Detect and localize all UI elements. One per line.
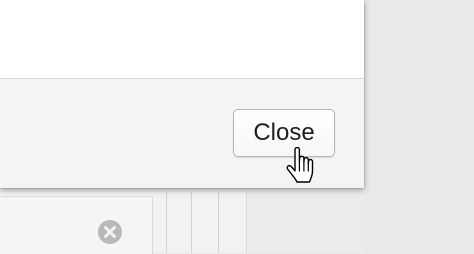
column-divider: [191, 192, 192, 253]
column-divider: [246, 192, 247, 253]
close-circle-icon[interactable]: [97, 219, 123, 245]
column-divider: [218, 192, 219, 253]
hand-pointer-cursor-icon: [286, 147, 314, 183]
dialog-content-area: [0, 0, 364, 79]
background-side-panel: [364, 0, 474, 253]
column-divider: [166, 192, 167, 253]
list-item[interactable]: [0, 196, 153, 254]
